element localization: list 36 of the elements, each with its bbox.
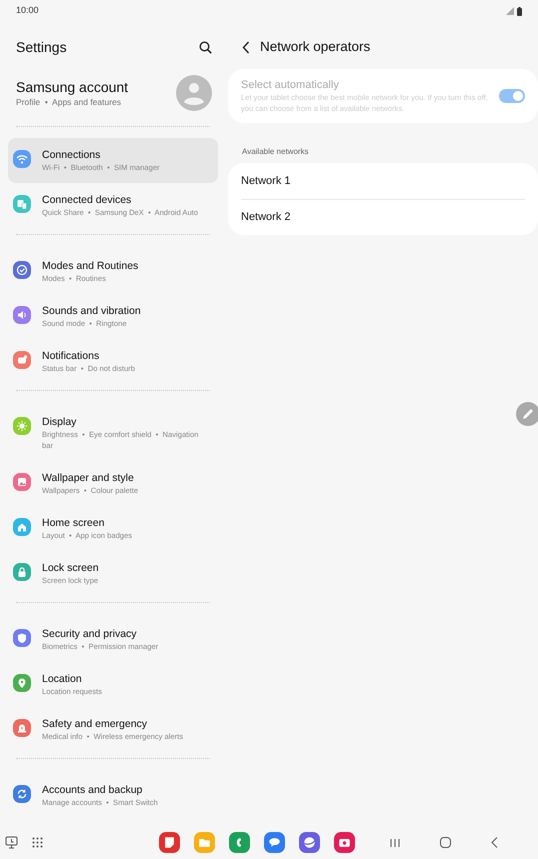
item-title: Modes and Routines xyxy=(42,259,138,273)
item-title: Safety and emergency xyxy=(42,717,148,731)
item-title: Wallpaper and style xyxy=(42,471,135,485)
item-title: Accounts and backup xyxy=(42,783,144,797)
item-title: Sounds and vibration xyxy=(42,304,141,318)
item-title: Connections xyxy=(42,148,102,162)
signal-icon xyxy=(506,7,514,15)
recent-apps-icon[interactable] xyxy=(5,836,18,849)
section-label: Available networks xyxy=(241,146,310,158)
account-name[interactable]: Samsung account xyxy=(16,78,128,96)
item-title: Home screen xyxy=(42,516,106,530)
item-title: Notifications xyxy=(42,349,100,363)
account-subtitle: Profile • Apps and features xyxy=(16,96,122,108)
app-drawer-icon[interactable] xyxy=(32,837,43,848)
recents-button[interactable] xyxy=(390,838,400,848)
planet-app-icon[interactable] xyxy=(299,832,320,853)
search-icon[interactable] xyxy=(199,40,212,54)
item-title: Security and privacy xyxy=(42,627,138,641)
network-item[interactable]: Network 1 xyxy=(241,163,525,199)
chat-bubble-app-icon[interactable] xyxy=(264,832,285,853)
phone-app-icon[interactable] xyxy=(229,832,250,853)
status-time: 10:00 xyxy=(16,4,39,18)
home-button[interactable] xyxy=(440,837,451,848)
page-title: Settings xyxy=(16,38,67,57)
setting-title: Select automatically xyxy=(241,78,340,93)
item-title: Connected devices xyxy=(42,193,132,207)
network-item[interactable]: Network 2 xyxy=(241,199,525,235)
camera-app-icon[interactable] xyxy=(334,832,355,853)
back-icon[interactable] xyxy=(242,40,250,54)
battery-icon xyxy=(517,6,522,16)
page-title: Network operators xyxy=(260,38,370,56)
back-button[interactable] xyxy=(491,837,498,848)
item-title: Display xyxy=(42,415,78,429)
notes-app-icon[interactable] xyxy=(159,832,180,853)
item-title: Lock screen xyxy=(42,561,99,575)
item-title: Location xyxy=(42,672,83,686)
